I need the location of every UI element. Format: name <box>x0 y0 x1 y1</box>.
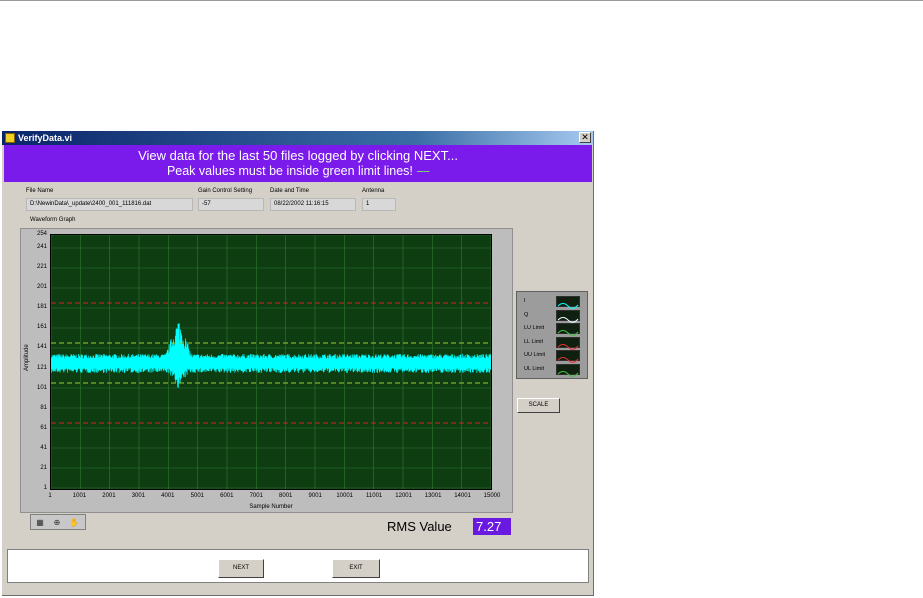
exit-button[interactable]: EXIT <box>332 559 380 578</box>
file-name-field: D:\NewinData\_update\2400_001_111816.dat <box>26 198 193 211</box>
legend-swatch <box>556 336 580 350</box>
file-name-label: File Name <box>26 188 54 194</box>
legend-item-label: UU Limit <box>524 352 546 358</box>
x-tick-label: 10001 <box>336 493 354 499</box>
y-tick-label: 141 <box>36 344 47 351</box>
x-tick-label: 7001 <box>249 493 263 499</box>
top-divider <box>0 0 923 1</box>
y-tick-label: 21 <box>40 465 47 472</box>
gain-label: Gain Control Setting <box>198 188 253 194</box>
graph-cursor-icon[interactable]: ▦ <box>33 517 47 528</box>
y-tick-label: 81 <box>40 404 47 411</box>
zoom-icon[interactable]: ⊕ <box>50 517 64 528</box>
x-tick-label: 1 <box>48 493 52 499</box>
y-tick-label: 1 <box>43 485 47 492</box>
banner-dash: ---- <box>416 164 430 178</box>
x-tick-label: 2001 <box>102 493 116 499</box>
datetime-field: 08/22/2002 11:16:15 <box>270 198 356 211</box>
legend-item[interactable]: I <box>520 296 584 309</box>
waveform-plot[interactable] <box>50 234 492 490</box>
rms-value: 7.27 <box>473 518 511 535</box>
signal-series-i <box>51 323 491 389</box>
window-title: VerifyData.vi <box>18 133 73 143</box>
banner-line-2-text: Peak values must be inside green limit l… <box>166 164 413 178</box>
legend-item-label: LU Limit <box>524 325 545 331</box>
x-tick-label: 5001 <box>190 493 204 499</box>
x-tick-label: 4001 <box>161 493 175 499</box>
y-tick-label: 241 <box>36 243 47 250</box>
y-tick-label: 181 <box>36 304 47 311</box>
scale-button[interactable]: SCALE <box>517 398 560 413</box>
legend-item-label: I <box>524 298 526 304</box>
x-tick-label: 8001 <box>279 493 293 499</box>
waveform-svg <box>51 235 491 489</box>
y-tick-label: 221 <box>36 263 47 270</box>
y-tick-label: 41 <box>40 445 47 452</box>
app-icon <box>5 133 15 143</box>
legend-item[interactable]: UU Limit <box>520 350 584 363</box>
legend-swatch <box>556 350 580 363</box>
legend-item[interactable]: Q <box>520 309 584 323</box>
verify-data-window: VerifyData.vi ✕ View data for the last 5… <box>2 131 594 596</box>
title-bar: VerifyData.vi ✕ <box>2 131 593 145</box>
antenna-label: Antenna <box>362 188 385 194</box>
x-tick-label: 13001 <box>424 493 442 499</box>
datetime-label: Date and Time <box>270 188 310 194</box>
legend-swatch <box>556 309 580 323</box>
next-button[interactable]: NEXT <box>218 559 264 578</box>
banner-line-2: Peak values must be inside green limit l… <box>4 164 592 179</box>
instruction-banner: View data for the last 50 files logged b… <box>4 145 592 182</box>
button-panel <box>7 549 589 583</box>
x-tick-label: 14001 <box>454 493 471 499</box>
legend-item-label: UL Limit <box>524 365 544 372</box>
legend-item[interactable]: LU Limit <box>520 323 584 336</box>
x-tick-label: 9001 <box>308 493 322 499</box>
x-tick-label: 15000 <box>483 493 501 499</box>
legend-swatch <box>556 363 580 377</box>
waveform-graph-label: Waveform Graph <box>30 217 76 223</box>
x-tick-label: 3001 <box>131 493 146 499</box>
x-tick-label: 12001 <box>395 493 412 499</box>
y-tick-label: 101 <box>36 384 47 391</box>
legend-item[interactable]: UL Limit <box>520 363 584 377</box>
graph-palette: ▦ ⊕ ✋ <box>30 514 86 530</box>
x-axis-title: Sample Number <box>249 504 293 510</box>
y-tick-label: 254 <box>36 230 47 237</box>
x-tick-label: 11001 <box>366 493 383 499</box>
banner-line-1: View data for the last 50 files logged b… <box>138 148 458 163</box>
legend-swatch <box>556 323 580 336</box>
y-tick-label: 201 <box>36 283 47 290</box>
rms-label: RMS Value <box>387 519 452 534</box>
y-tick-label: 121 <box>36 364 47 371</box>
x-tick-label: 1001 <box>72 493 87 499</box>
x-tick-label: 6001 <box>220 493 234 499</box>
y-tick-label: 161 <box>36 324 47 331</box>
legend-swatch <box>556 296 580 309</box>
legend-item-label: Q <box>524 311 529 318</box>
legend-item-label: LL Limit <box>524 338 544 345</box>
y-tick-label: 61 <box>40 425 47 432</box>
antenna-field: 1 <box>362 198 396 211</box>
plot-legend[interactable]: I Q LU Limit LL Limit UU Limit UL Limit <box>516 291 588 379</box>
close-button[interactable]: ✕ <box>579 132 591 143</box>
legend-item[interactable]: LL Limit <box>520 336 584 350</box>
y-axis-title: Amplitude <box>24 344 30 371</box>
gain-field: -57 <box>198 198 264 211</box>
pan-hand-icon[interactable]: ✋ <box>67 517 81 528</box>
